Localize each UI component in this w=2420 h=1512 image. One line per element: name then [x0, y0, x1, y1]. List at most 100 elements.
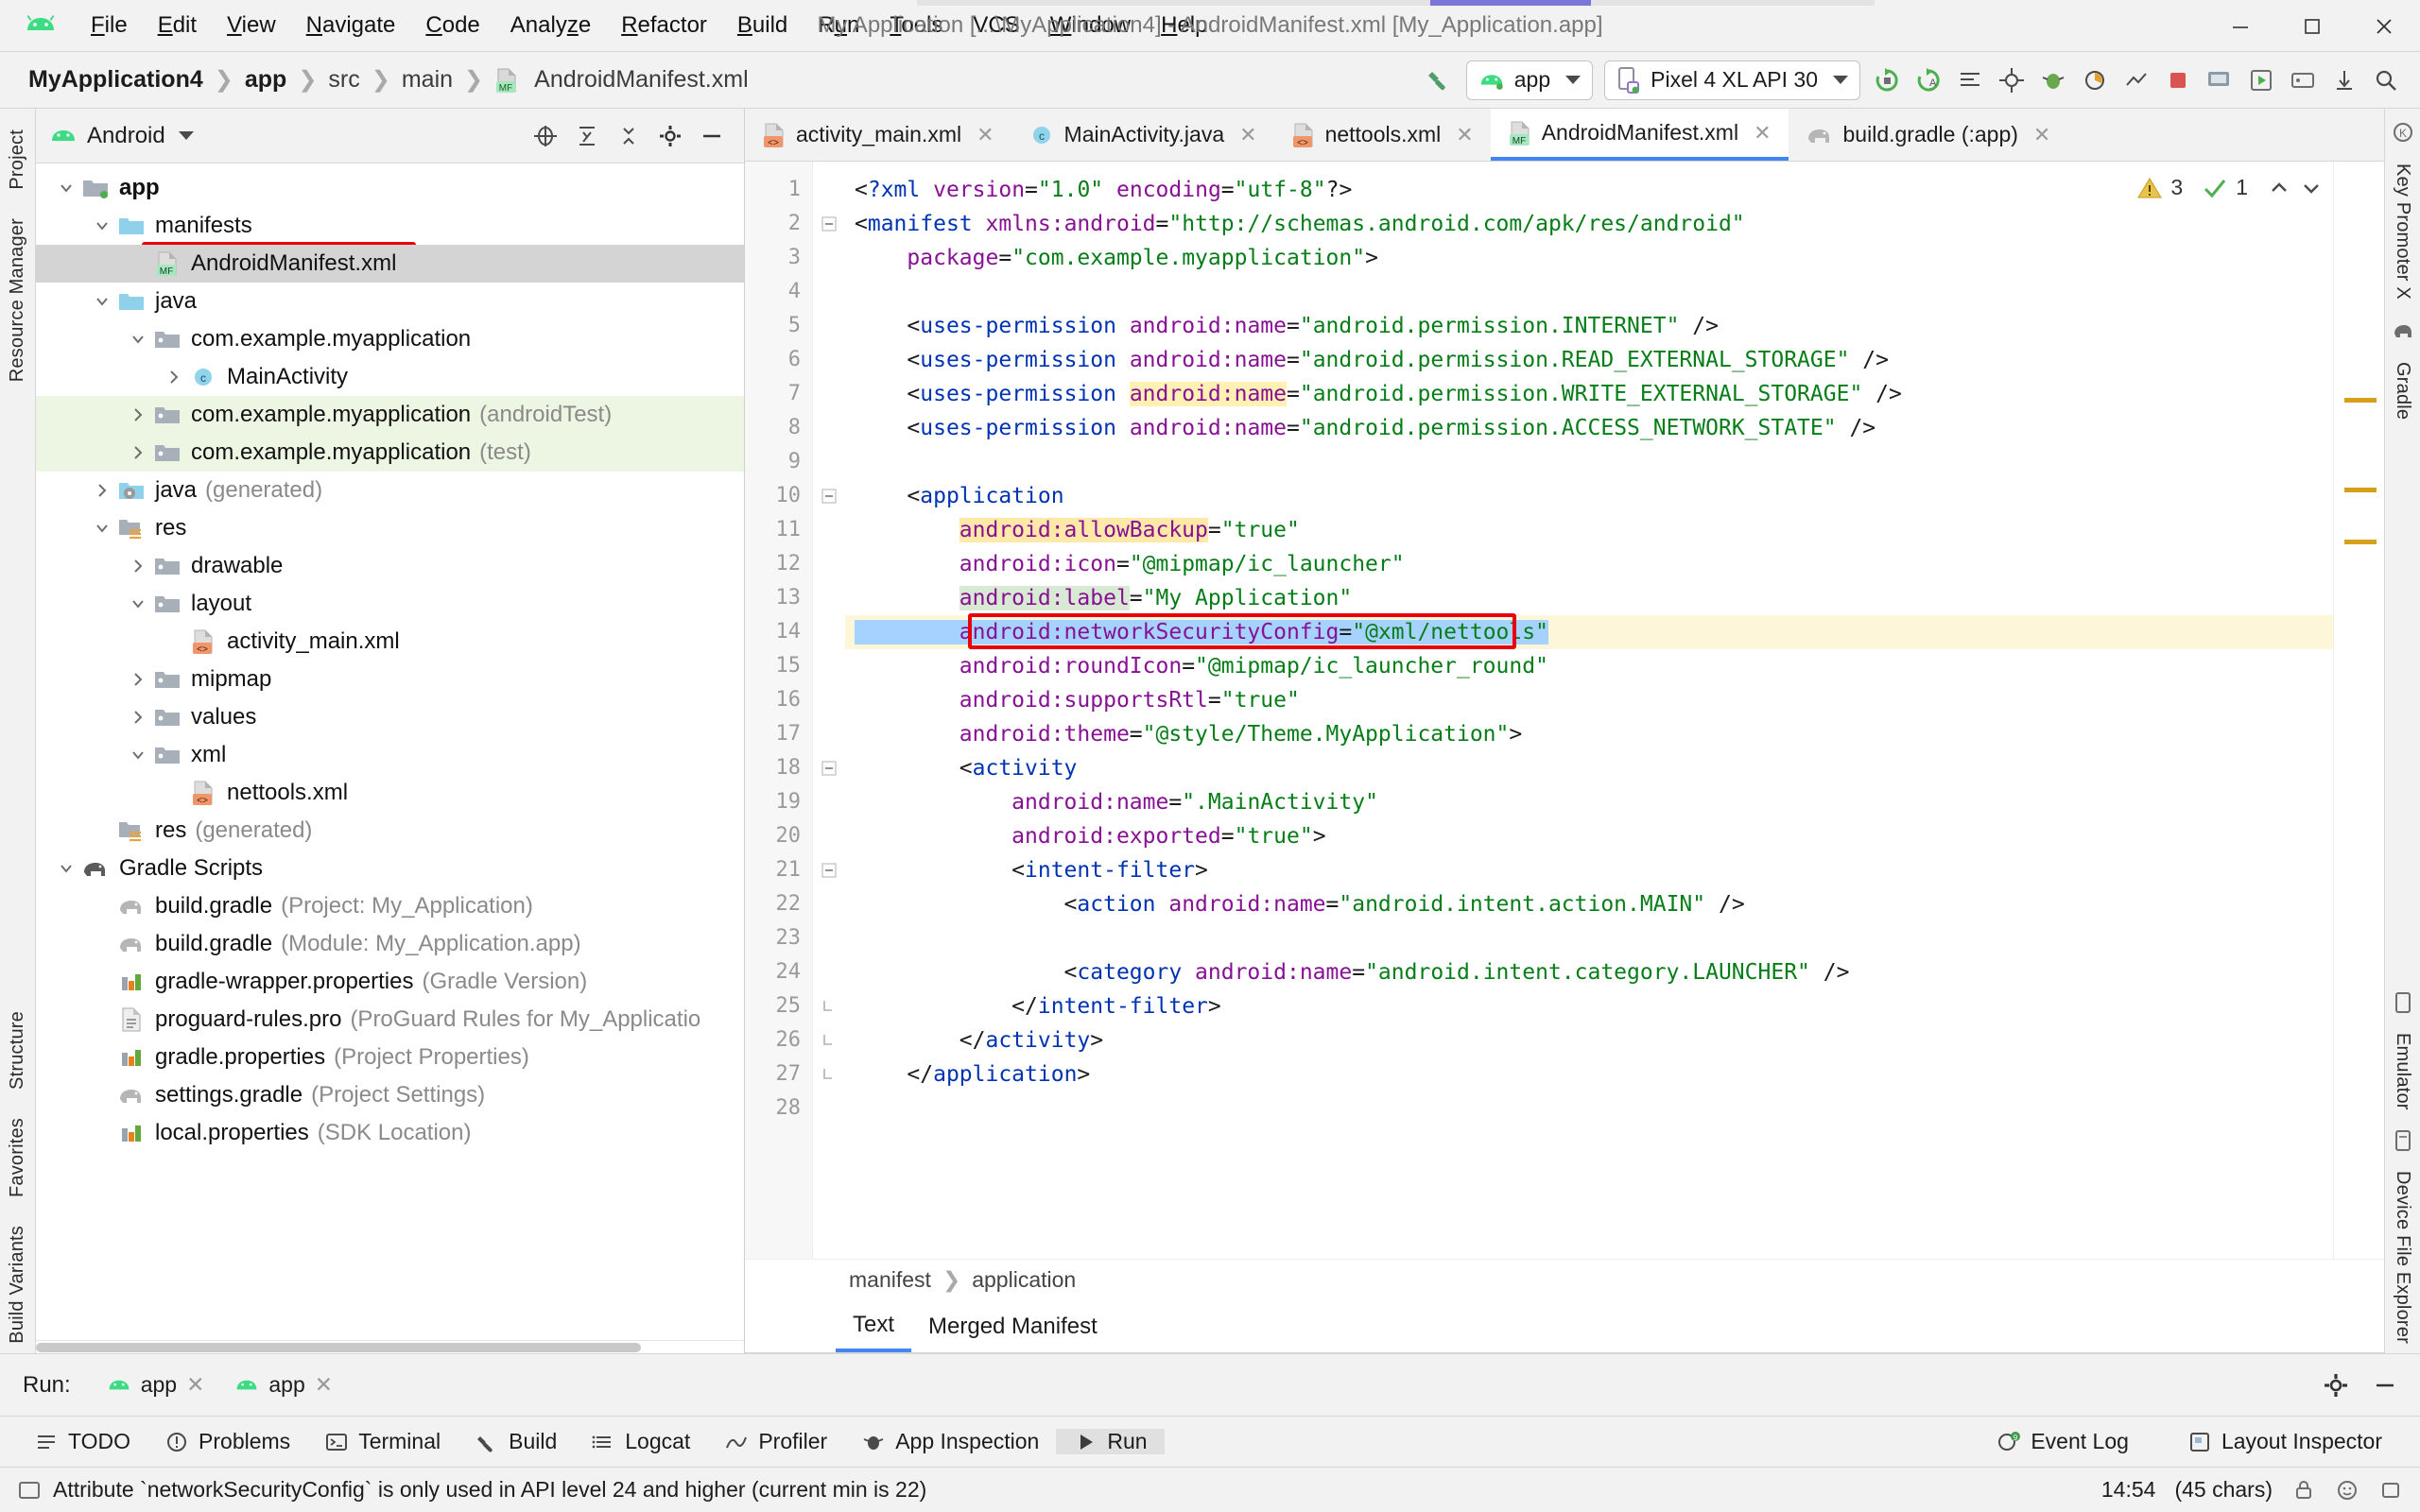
- rail-device-file-explorer[interactable]: Device File Explorer: [2392, 1161, 2413, 1353]
- run-configuration-selector[interactable]: app: [1465, 60, 1594, 100]
- gear-icon[interactable]: [657, 123, 683, 149]
- tree-row-java[interactable]: java: [36, 283, 744, 320]
- tree-twisty[interactable]: [125, 670, 151, 689]
- fold-marker[interactable]: [813, 479, 845, 513]
- fold-marker[interactable]: [813, 921, 845, 955]
- profile-icon[interactable]: [2074, 60, 2116, 101]
- menu-edit[interactable]: Edit: [143, 9, 212, 43]
- build-hammer-icon[interactable]: [1419, 60, 1461, 101]
- bottom-tab-terminal[interactable]: Terminal: [307, 1429, 458, 1454]
- close-icon[interactable]: ✕: [977, 123, 994, 147]
- stop-icon[interactable]: [2157, 60, 2199, 101]
- tree-row-nettools-xml[interactable]: <> nettools.xml: [36, 774, 744, 812]
- tree-twisty[interactable]: [53, 179, 79, 198]
- tree-row-gradle-properties[interactable]: gradle.properties (Project Properties): [36, 1039, 744, 1076]
- minimize-button[interactable]: [2204, 0, 2276, 52]
- tree-twisty[interactable]: [125, 746, 151, 765]
- hide-panel-icon[interactable]: [2371, 1371, 2399, 1400]
- fold-marker[interactable]: [813, 241, 845, 275]
- code-line[interactable]: <intent-filter>: [845, 853, 2333, 887]
- tree-twisty[interactable]: [89, 481, 115, 500]
- code-line[interactable]: package="com.example.myapplication">: [845, 241, 2333, 275]
- run-tab-app-2[interactable]: app ✕: [219, 1372, 348, 1398]
- code-line[interactable]: </application>: [845, 1057, 2333, 1091]
- maximize-button[interactable]: [2276, 0, 2348, 52]
- run-device-icon[interactable]: [2240, 60, 2282, 101]
- code-line[interactable]: <?xml version="1.0" encoding="utf-8"?>: [845, 173, 2333, 207]
- code-editor[interactable]: 1 2 3 4 5 6 7 8 9 10 11 12 13 14 15 16 17 18 19 20 21 22 23 24 2…: [745, 162, 2384, 1259]
- menu-navigate[interactable]: Navigate: [291, 9, 411, 43]
- breadcrumb-item-app[interactable]: app: [237, 66, 294, 94]
- gear-icon[interactable]: [2322, 1371, 2350, 1400]
- rail-structure[interactable]: Structure: [7, 1002, 28, 1099]
- code-format-icon[interactable]: [1949, 60, 1991, 101]
- tree-row-mipmap[interactable]: mipmap: [36, 661, 744, 698]
- close-icon[interactable]: ✕: [315, 1372, 333, 1398]
- sdk-manager-icon[interactable]: [1991, 60, 2032, 101]
- code-line[interactable]: android:name=".MainActivity": [845, 785, 2333, 819]
- chevron-down-icon[interactable]: [2299, 176, 2324, 200]
- fold-marker[interactable]: [813, 1057, 845, 1091]
- tree-row-manifests[interactable]: manifests: [36, 207, 744, 245]
- sdk-tools-icon[interactable]: [2282, 60, 2324, 101]
- rail-key-promoter-x[interactable]: Key Promoter X: [2392, 154, 2413, 309]
- download-icon[interactable]: [2324, 60, 2365, 101]
- editor-tab-nettools-xml[interactable]: <> nettools.xml ✕: [1274, 109, 1491, 161]
- code-line[interactable]: <category android:name="android.intent.c…: [845, 955, 2333, 989]
- status-bar-right[interactable]: 14:54 (45 chars): [2101, 1477, 2420, 1503]
- code-line[interactable]: [845, 1091, 2333, 1125]
- fold-marker[interactable]: [813, 853, 845, 887]
- tree-row-values[interactable]: values: [36, 698, 744, 736]
- code-line[interactable]: [845, 921, 2333, 955]
- code-line[interactable]: android:label="My Application": [845, 581, 2333, 615]
- tree-twisty[interactable]: [125, 708, 151, 727]
- project-tree[interactable]: app manifests MF AndroidManifest.xml java com…: [36, 163, 744, 1340]
- editor-tab-build-gradle-app[interactable]: build.gradle (:app) ✕: [1789, 109, 2068, 161]
- bottom-bar-right[interactable]: 9 Event Log Layout Inspector: [1979, 1429, 2420, 1454]
- editor-breadcrumb-application[interactable]: application: [972, 1267, 1076, 1293]
- rail-favorites[interactable]: Favorites: [7, 1108, 28, 1207]
- expand-all-icon[interactable]: [574, 123, 600, 149]
- bottom-tab-profiler[interactable]: Profiler: [707, 1429, 844, 1454]
- tree-row-gradle-scripts[interactable]: Gradle Scripts: [36, 850, 744, 887]
- smiley-face-icon[interactable]: [2335, 1478, 2360, 1503]
- breadcrumb-item-manifest[interactable]: MF AndroidManifest.xml: [487, 66, 755, 94]
- tree-twisty[interactable]: [125, 405, 151, 424]
- fold-marker[interactable]: [813, 343, 845, 377]
- close-icon[interactable]: ✕: [186, 1372, 204, 1398]
- code-line[interactable]: <activity: [845, 751, 2333, 785]
- collapse-all-icon[interactable]: [615, 123, 642, 149]
- close-button[interactable]: [2348, 0, 2420, 52]
- rail-resource-manager[interactable]: Resource Manager: [7, 209, 28, 391]
- avd-device-manager-icon[interactable]: [2199, 60, 2240, 101]
- editor-breadcrumb-manifest[interactable]: manifest: [849, 1267, 931, 1293]
- search-icon[interactable]: [2365, 60, 2407, 101]
- code-line[interactable]: android:roundIcon="@mipmap/ic_launcher_r…: [845, 649, 2333, 683]
- editor-tab-activity-main-xml[interactable]: <> activity_main.xml ✕: [745, 109, 1011, 161]
- run-tab-app-1[interactable]: app ✕: [92, 1372, 220, 1398]
- locate-target-icon[interactable]: [532, 123, 559, 149]
- lock-icon[interactable]: [2291, 1478, 2316, 1503]
- tree-row-local-properties[interactable]: local.properties (SDK Location): [36, 1114, 744, 1152]
- tree-row-res[interactable]: res: [36, 509, 744, 547]
- tree-row-java[interactable]: java (generated): [36, 472, 744, 509]
- tree-twisty[interactable]: [53, 859, 79, 878]
- editor-view-tabs[interactable]: Text Merged Manifest: [745, 1300, 2384, 1353]
- fold-marker[interactable]: [813, 649, 845, 683]
- menu-view[interactable]: View: [212, 9, 291, 43]
- tree-row-drawable[interactable]: drawable: [36, 547, 744, 585]
- project-panel-actions[interactable]: [532, 123, 731, 149]
- bottom-bar-left[interactable]: TODO Problems Terminal Build Logcat Profiler A…: [17, 1429, 1165, 1454]
- code-line[interactable]: <manifest xmlns:android="http://schemas.…: [845, 207, 2333, 241]
- code-line[interactable]: <application: [845, 479, 2333, 513]
- fold-marker[interactable]: [813, 377, 845, 411]
- close-icon[interactable]: ✕: [1239, 123, 1256, 147]
- tree-row-com-example-myapplication[interactable]: com.example.myapplication (androidTest): [36, 396, 744, 434]
- tab-merged-manifest[interactable]: Merged Manifest: [911, 1300, 1115, 1352]
- editor-tab-androidmanifest-xml[interactable]: MF AndroidManifest.xml ✕: [1490, 109, 1789, 161]
- editor-tab-mainactivity-java[interactable]: c MainActivity.java ✕: [1011, 109, 1274, 161]
- bottom-tool-window-bar[interactable]: TODO Problems Terminal Build Logcat Profiler A…: [0, 1416, 2420, 1467]
- warning-marker[interactable]: [2344, 540, 2377, 544]
- code-line[interactable]: <uses-permission android:name="android.p…: [845, 309, 2333, 343]
- tree-row-proguard-rules-pro[interactable]: proguard-rules.pro (ProGuard Rules for My…: [36, 1001, 744, 1039]
